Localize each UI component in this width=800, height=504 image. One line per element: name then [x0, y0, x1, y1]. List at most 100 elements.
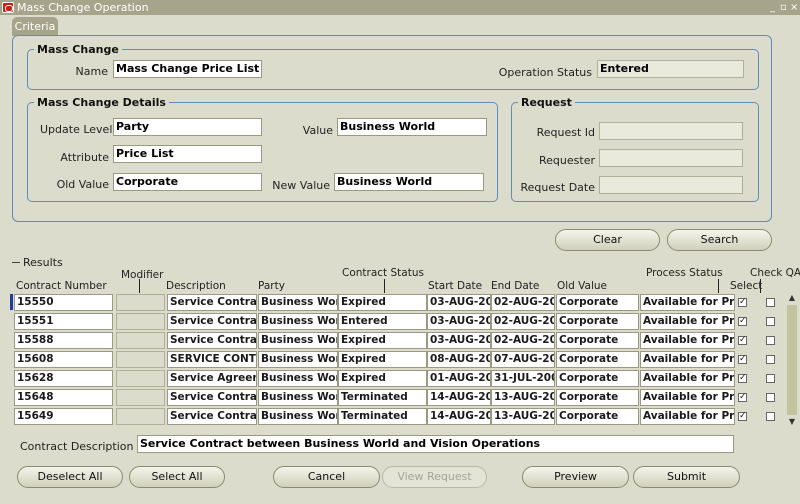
- cell-number[interactable]: 15551: [14, 313, 113, 330]
- attribute-label: Attribute: [60, 151, 109, 164]
- new-value-field[interactable]: Business World: [334, 173, 484, 191]
- cell-status[interactable]: Terminated: [338, 408, 427, 425]
- scroll-track[interactable]: [787, 305, 797, 415]
- cell-start[interactable]: 03-AUG-2001: [427, 332, 491, 349]
- cell-old-value[interactable]: Corporate: [556, 294, 639, 311]
- value-field[interactable]: Business World: [337, 118, 487, 136]
- cell-number[interactable]: 15588: [14, 332, 113, 349]
- select-checkbox[interactable]: ✓: [738, 412, 747, 421]
- cell-old-value[interactable]: Corporate: [556, 351, 639, 368]
- update-level-field[interactable]: Party: [113, 118, 262, 136]
- cell-modifier[interactable]: [116, 408, 165, 425]
- attribute-field[interactable]: Price List: [113, 145, 262, 163]
- cell-end[interactable]: 13-AUG-2006: [491, 408, 555, 425]
- cell-end[interactable]: 07-AUG-2003: [491, 351, 555, 368]
- cell-old-value[interactable]: Corporate: [556, 313, 639, 330]
- cell-start[interactable]: 01-AUG-2001: [427, 370, 491, 387]
- cell-end[interactable]: 02-AUG-2003: [491, 313, 555, 330]
- cell-party[interactable]: Business World: [258, 389, 338, 406]
- scroll-down-icon[interactable]: ▼: [787, 417, 797, 427]
- cell-process[interactable]: Available for Proc: [640, 389, 735, 406]
- deselect-all-button[interactable]: Deselect All: [17, 466, 123, 488]
- cell-old-value[interactable]: Corporate: [556, 389, 639, 406]
- name-field[interactable]: Mass Change Price List: [113, 60, 262, 78]
- cell-status[interactable]: Terminated: [338, 389, 427, 406]
- cell-party[interactable]: Business World: [258, 313, 338, 330]
- check-qa-checkbox[interactable]: [766, 393, 775, 402]
- cell-number[interactable]: 15649: [14, 408, 113, 425]
- results-scrollbar[interactable]: ▲ ▼: [786, 293, 798, 427]
- cell-party[interactable]: Business World: [258, 351, 338, 368]
- select-all-button[interactable]: Select All: [129, 466, 225, 488]
- cell-end[interactable]: 02-AUG-2003: [491, 332, 555, 349]
- cell-process[interactable]: Available for Proc: [640, 313, 735, 330]
- cell-party[interactable]: Business World: [258, 332, 338, 349]
- cell-number[interactable]: 15628: [14, 370, 113, 387]
- minimize-icon[interactable]: _: [770, 0, 775, 15]
- check-qa-checkbox[interactable]: [766, 317, 775, 326]
- cell-description[interactable]: Service Agreeme: [167, 370, 257, 387]
- cell-status[interactable]: Expired: [338, 332, 427, 349]
- check-qa-checkbox[interactable]: [766, 374, 775, 383]
- close-icon[interactable]: ×: [790, 0, 798, 15]
- cell-description[interactable]: Service Contract: [167, 294, 257, 311]
- cell-modifier[interactable]: [116, 332, 165, 349]
- select-checkbox[interactable]: ✓: [738, 374, 747, 383]
- cell-status[interactable]: Expired: [338, 370, 427, 387]
- maximize-icon[interactable]: ▫: [780, 0, 787, 15]
- cell-description[interactable]: Service Contract: [167, 408, 257, 425]
- cell-old-value[interactable]: Corporate: [556, 370, 639, 387]
- cell-number[interactable]: 15608: [14, 351, 113, 368]
- search-button[interactable]: Search: [667, 229, 772, 251]
- cell-modifier[interactable]: [116, 294, 165, 311]
- cell-description[interactable]: Service Contract: [167, 313, 257, 330]
- cell-end[interactable]: 02-AUG-2003: [491, 294, 555, 311]
- cell-modifier[interactable]: [116, 351, 165, 368]
- check-qa-checkbox[interactable]: [766, 336, 775, 345]
- cell-start[interactable]: 03-AUG-2001: [427, 313, 491, 330]
- cell-start[interactable]: 14-AUG-2001: [427, 408, 491, 425]
- cell-description[interactable]: Service Contract: [167, 332, 257, 349]
- scroll-up-icon[interactable]: ▲: [787, 293, 797, 303]
- cell-old-value[interactable]: Corporate: [556, 332, 639, 349]
- submit-button[interactable]: Submit: [633, 466, 740, 488]
- cell-process[interactable]: Available for Proc: [640, 370, 735, 387]
- cell-party[interactable]: Business World: [258, 408, 338, 425]
- cell-description[interactable]: Service Contract: [167, 389, 257, 406]
- old-value-field[interactable]: Corporate: [113, 173, 262, 191]
- cell-number[interactable]: 15648: [14, 389, 113, 406]
- check-qa-checkbox[interactable]: [766, 298, 775, 307]
- cell-status[interactable]: Expired: [338, 294, 427, 311]
- tab-criteria[interactable]: Criteria: [12, 17, 58, 36]
- cell-process[interactable]: Available for Proc: [640, 408, 735, 425]
- select-checkbox[interactable]: ✓: [738, 355, 747, 364]
- cell-modifier[interactable]: [116, 370, 165, 387]
- cancel-button[interactable]: Cancel: [273, 466, 380, 488]
- contract-description-field[interactable]: Service Contract between Business World …: [137, 435, 734, 453]
- cell-party[interactable]: Business World: [258, 294, 338, 311]
- check-qa-checkbox[interactable]: [766, 412, 775, 421]
- cell-start[interactable]: 08-AUG-2001: [427, 351, 491, 368]
- select-checkbox[interactable]: ✓: [738, 393, 747, 402]
- preview-button[interactable]: Preview: [522, 466, 629, 488]
- cell-description[interactable]: SERVICE CONTRA: [167, 351, 257, 368]
- check-qa-checkbox[interactable]: [766, 355, 775, 364]
- select-checkbox[interactable]: ✓: [738, 317, 747, 326]
- cell-process[interactable]: Available for Proc: [640, 294, 735, 311]
- cell-end[interactable]: 13-AUG-2002: [491, 389, 555, 406]
- clear-button[interactable]: Clear: [555, 229, 660, 251]
- select-checkbox[interactable]: ✓: [738, 336, 747, 345]
- cell-process[interactable]: Available for Proc: [640, 351, 735, 368]
- cell-start[interactable]: 14-AUG-2001: [427, 389, 491, 406]
- cell-status[interactable]: Entered: [338, 313, 427, 330]
- select-checkbox[interactable]: ✓: [738, 298, 747, 307]
- cell-status[interactable]: Expired: [338, 351, 427, 368]
- cell-modifier[interactable]: [116, 313, 165, 330]
- cell-end[interactable]: 31-JUL-2002: [491, 370, 555, 387]
- cell-old-value[interactable]: Corporate: [556, 408, 639, 425]
- cell-party[interactable]: Business World: [258, 370, 338, 387]
- cell-modifier[interactable]: [116, 389, 165, 406]
- cell-process[interactable]: Available for Proc: [640, 332, 735, 349]
- cell-number[interactable]: 15550: [14, 294, 113, 311]
- cell-start[interactable]: 03-AUG-2001: [427, 294, 491, 311]
